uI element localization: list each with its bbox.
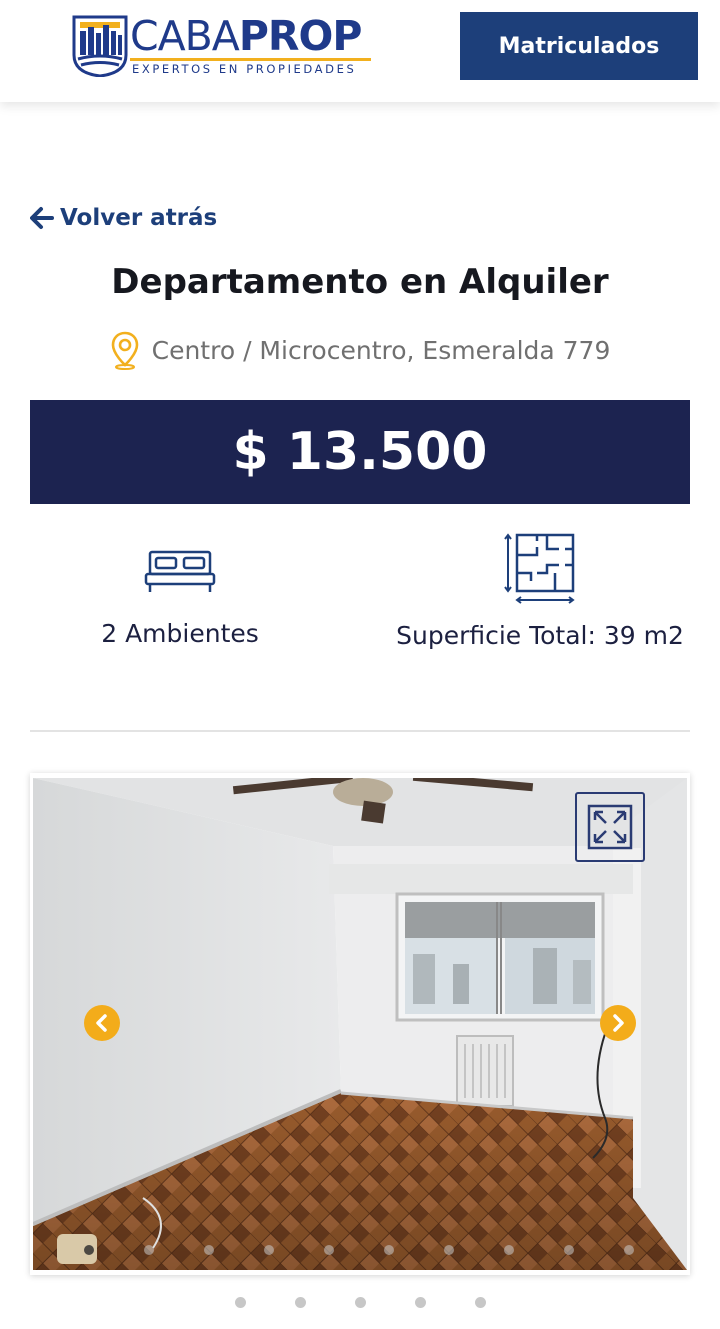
site-header: CABAPROP EXPERTOS EN PROPIEDADES Matricu… [0,0,720,102]
map-pin-icon [111,331,138,370]
logo-tagline: EXPERTOS EN PROPIEDADES [132,62,357,76]
chevron-right-icon [613,1014,624,1032]
section-divider [30,730,690,732]
gallery-pagination-dots [0,1297,720,1309]
pagination-dot[interactable] [415,1297,426,1308]
carousel-dot[interactable] [84,1245,94,1255]
matriculados-button[interactable]: Matriculados [460,12,698,80]
price-banner: $ 13.500 [30,400,690,504]
pagination-dot[interactable] [235,1297,246,1308]
price-value: $ 13.500 [232,422,488,482]
carousel-dot[interactable] [444,1245,454,1255]
gallery-inner-dots [84,1245,644,1255]
cabaprop-logo[interactable]: CABAPROP EXPERTOS EN PROPIEDADES [72,12,372,78]
feature-superficie: Superficie Total: 39 m2 [390,532,690,658]
carousel-dot[interactable] [564,1245,574,1255]
floor-plan-icon [504,533,575,604]
pagination-dot[interactable] [355,1297,366,1308]
carousel-dot[interactable] [624,1245,634,1255]
carousel-dot[interactable] [384,1245,394,1255]
expand-button[interactable] [575,792,645,862]
carousel-dot[interactable] [324,1245,334,1255]
bed-icon [144,550,216,592]
listing-location: Centro / Microcentro, Esmeralda 779 [0,330,720,370]
listing-title: Departamento en Alquiler [111,262,609,302]
skyline-logo-icon [72,15,128,77]
pagination-dot[interactable] [475,1297,486,1308]
carousel-dot[interactable] [504,1245,514,1255]
ambientes-label: 2 Ambientes [101,619,259,648]
carousel-dot[interactable] [204,1245,214,1255]
feature-ambientes: 2 Ambientes [30,540,330,656]
back-label: Volver atrás [60,205,218,231]
pagination-dot[interactable] [295,1297,306,1308]
arrow-left-icon [30,207,54,229]
photo-gallery [30,773,690,1275]
carousel-dot[interactable] [264,1245,274,1255]
expand-icon [587,804,633,850]
logo-underline [130,58,371,61]
superficie-label: Superficie Total: 39 m2 [396,621,684,650]
logo-wordmark: CABAPROP [130,12,362,60]
location-text: Centro / Microcentro, Esmeralda 779 [151,335,611,365]
chevron-left-icon [96,1014,107,1032]
gallery-prev-button[interactable] [84,1005,120,1041]
carousel-dot[interactable] [144,1245,154,1255]
gallery-next-button[interactable] [600,1005,636,1041]
back-link[interactable]: Volver atrás [30,202,217,234]
